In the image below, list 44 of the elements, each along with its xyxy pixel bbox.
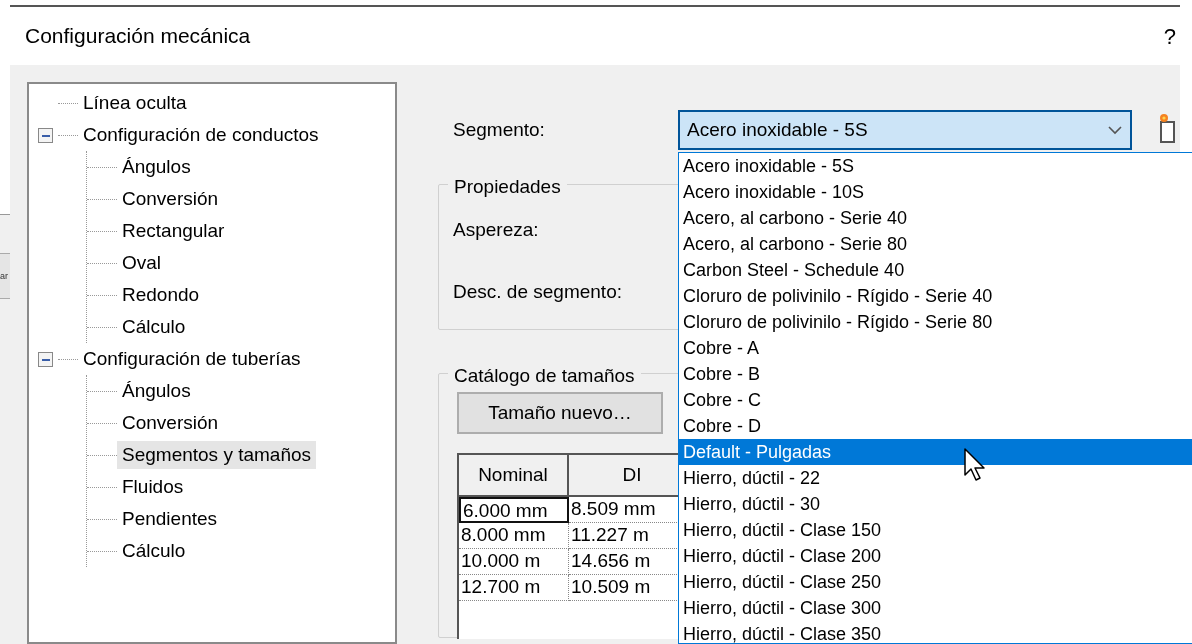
dropdown-option[interactable]: Carbon Steel - Schedule 40: [679, 257, 1192, 283]
dropdown-option[interactable]: Cobre - A: [679, 335, 1192, 361]
tree-item[interactable]: Pendientes: [117, 505, 223, 533]
dropdown-option[interactable]: Cobre - D: [679, 413, 1192, 439]
dropdown-option[interactable]: Acero, al carbono - Serie 80: [679, 231, 1192, 257]
collapse-icon[interactable]: [38, 352, 53, 367]
tree-item[interactable]: Línea oculta: [78, 89, 192, 117]
field-label: Desc. de segmento:: [453, 281, 622, 303]
field-label: Aspereza:: [453, 219, 539, 241]
tree-item[interactable]: Segmentos y tamaños: [117, 441, 317, 469]
tree-item[interactable]: Configuración de tuberías: [78, 345, 306, 373]
dropdown-option[interactable]: Default - Pulgadas: [679, 439, 1192, 465]
table-cell[interactable]: 10.000 m: [459, 549, 569, 575]
tree-item[interactable]: Oval: [117, 249, 167, 277]
tree-item[interactable]: Redondo: [117, 281, 205, 309]
dropdown-option[interactable]: Hierro, dúctil - Clase 350: [679, 621, 1192, 643]
tree-item[interactable]: Fluidos: [117, 473, 189, 501]
column-header[interactable]: Nominal: [459, 455, 569, 497]
tree-item[interactable]: Conversión: [117, 409, 224, 437]
segment-dropdown[interactable]: Acero inoxidable - 5S: [678, 110, 1132, 150]
field-label: Segmento:: [452, 117, 546, 142]
dropdown-option[interactable]: Acero, al carbono - Serie 40: [679, 205, 1192, 231]
help-button[interactable]: ?: [1161, 19, 1178, 53]
tree-item[interactable]: Ángulos: [117, 377, 196, 405]
tree-item[interactable]: Cálculo: [117, 537, 191, 565]
tree-item[interactable]: Configuración de conductos: [78, 121, 324, 149]
window-text: ar: [0, 270, 8, 282]
chevron-down-icon: [1107, 125, 1123, 135]
tree-item[interactable]: Rectangular: [117, 217, 230, 245]
table-cell[interactable]: 8.000 mm: [459, 523, 569, 549]
dropdown-option[interactable]: Acero inoxidable - 10S: [679, 179, 1192, 205]
tree-item[interactable]: Conversión: [117, 185, 224, 213]
window-title: Configuración mecánica: [25, 23, 251, 50]
dropdown-option[interactable]: Acero inoxidable - 5S: [679, 153, 1192, 179]
tree-item[interactable]: Cálculo: [117, 313, 191, 341]
table-cell[interactable]: 12.700 m: [459, 575, 569, 601]
tree-item[interactable]: Ángulos: [117, 153, 196, 181]
dropdown-option[interactable]: Cloruro de polivinilo - Rígido - Serie 40: [679, 283, 1192, 309]
table-cell[interactable]: 6.000 mm: [459, 497, 569, 523]
new-size-button[interactable]: Tamaño nuevo…: [457, 392, 663, 434]
collapse-icon[interactable]: [38, 128, 53, 143]
dropdown-option[interactable]: Cobre - B: [679, 361, 1192, 387]
dropdown-option[interactable]: Cobre - C: [679, 387, 1192, 413]
dropdown-option[interactable]: Cloruro de polivinilo - Rígido - Serie 80: [679, 309, 1192, 335]
